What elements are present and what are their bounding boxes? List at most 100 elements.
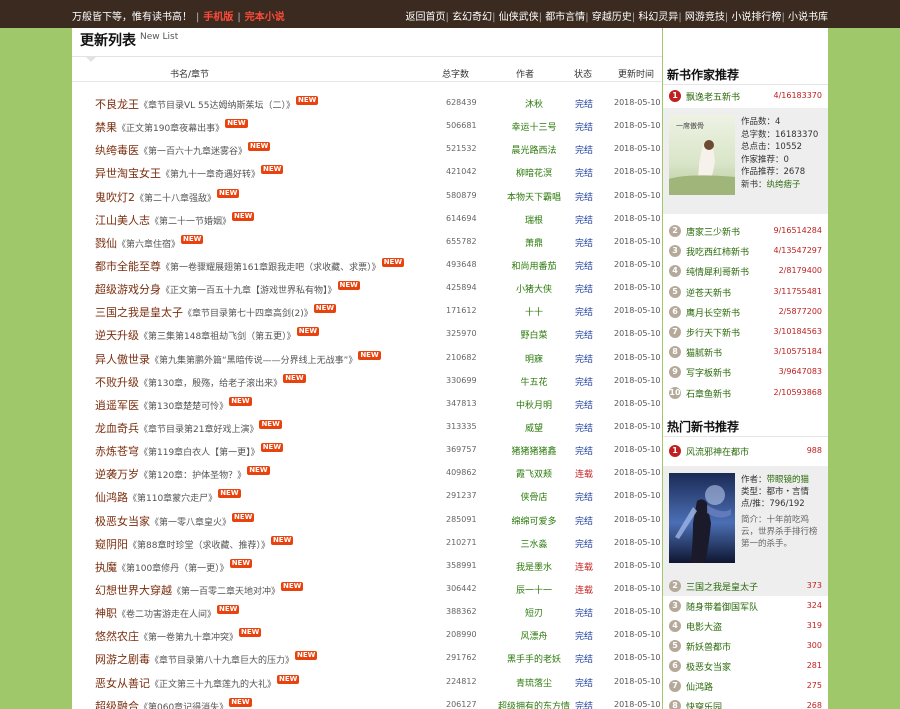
chapter-link[interactable]: 《第三集第148章祖劫飞剑（第五更）》 bbox=[139, 332, 296, 342]
author-link[interactable]: 野白菜 bbox=[494, 328, 574, 341]
chapter-link[interactable]: 《第130章楚楚可怜》 bbox=[139, 402, 228, 412]
chapter-link[interactable]: 《第060章记得消失》 bbox=[139, 703, 228, 709]
chapter-link[interactable]: 《卷二功害游走在人间》 bbox=[117, 610, 216, 620]
book-title-link[interactable]: 纨绔毒医 bbox=[95, 144, 139, 157]
chapter-link[interactable]: 《第一百零二章天地对冲》 bbox=[172, 587, 280, 597]
book-title-link[interactable]: 仙鸿路 bbox=[95, 491, 128, 504]
chapter-link[interactable]: 《第一卷骤耀展翅第161章跟我走吧（求收藏、求票）》 bbox=[161, 263, 381, 273]
rank-item[interactable]: 4 电影大盗 319 bbox=[663, 616, 828, 636]
chapter-link[interactable]: 《第120章：护体圣物？》 bbox=[139, 471, 246, 481]
book-title-link[interactable]: 超级融合 bbox=[95, 700, 139, 709]
book-title-link[interactable]: 龙血奇兵 bbox=[95, 422, 139, 435]
chapter-link[interactable]: 《第110章蒙穴走尸》 bbox=[128, 494, 217, 504]
rank-item-name[interactable]: 唐家三少新书 bbox=[686, 225, 740, 238]
hot-rank-top-name[interactable]: 风流邪神在都市 bbox=[686, 445, 749, 458]
author-link[interactable]: 明寐 bbox=[494, 352, 574, 365]
book-title-link[interactable]: 不良龙王 bbox=[95, 98, 139, 111]
chapter-link[interactable]: 《正文第190章夜幕出事》 bbox=[117, 124, 224, 134]
rank-item[interactable]: 8 快穿乐园 268 bbox=[663, 696, 828, 709]
book-title-link[interactable]: 不败升级 bbox=[95, 376, 139, 389]
rank-item-name[interactable]: 新妖兽都市 bbox=[686, 640, 731, 653]
book-title-link[interactable]: 超级游戏分身 bbox=[95, 283, 161, 296]
finished-novels-link[interactable]: 完本小说 bbox=[245, 12, 285, 23]
book-title-link[interactable]: 悠然农庄 bbox=[95, 630, 139, 643]
rank-item[interactable]: 9 写字板新书 3/9647083 bbox=[663, 362, 828, 382]
author-link[interactable]: 本物天下霸唱 bbox=[494, 190, 574, 203]
chapter-link[interactable]: 《章节目录第七十四章高剑(2)》 bbox=[183, 309, 313, 319]
author-link[interactable]: 三水淼 bbox=[494, 537, 574, 550]
rank-item-name[interactable]: 猫腻新书 bbox=[686, 346, 722, 359]
nav-wuxia[interactable]: 仙侠武侠 bbox=[499, 12, 539, 23]
rank-item-name[interactable]: 快穿乐园 bbox=[686, 700, 722, 709]
author-link[interactable]: 幸运十三号 bbox=[494, 120, 574, 133]
book-cover-image[interactable]: 一席傲骨 bbox=[669, 115, 735, 195]
chapter-link[interactable]: 《第88章时珍堂（求收藏、推荐）》 bbox=[128, 541, 270, 551]
rank-item-name[interactable]: 鹰月长空新书 bbox=[686, 306, 740, 319]
book-title-link[interactable]: 赤炼苍穹 bbox=[95, 445, 139, 458]
hot-rank-top[interactable]: 1 风流邪神在都市 988 bbox=[663, 441, 828, 461]
book-title-link[interactable]: 异人傲世录 bbox=[95, 353, 150, 366]
author-link[interactable]: 柳暗花溟 bbox=[494, 166, 574, 179]
author-link[interactable]: 青琉落尘 bbox=[494, 676, 574, 689]
rank-item-name[interactable]: 写字板新书 bbox=[686, 366, 731, 379]
chapter-link[interactable]: 《正文第一百五十九章【游戏世界私有物】》 bbox=[161, 286, 337, 296]
book-title-link[interactable]: 禁果 bbox=[95, 121, 117, 134]
chapter-link[interactable]: 《第100章修丹（第一更）》 bbox=[117, 564, 229, 574]
chapter-link[interactable]: 《第130章，殷殇，给老子滚出来》 bbox=[139, 379, 282, 389]
rank-item-name[interactable]: 仙鸿路 bbox=[686, 680, 713, 693]
chapter-link[interactable]: 《章节目录第21章好戏上演》 bbox=[139, 425, 258, 435]
rank-item[interactable]: 10 石章鱼新书 2/10593868 bbox=[663, 383, 828, 403]
nav-games[interactable]: 网游竞技 bbox=[685, 12, 725, 23]
rank-item-name[interactable]: 步行天下新书 bbox=[686, 326, 740, 339]
author-link[interactable]: 中秋月明 bbox=[494, 398, 574, 411]
chapter-link[interactable]: 《第二十八章强敌》 bbox=[135, 194, 216, 204]
rank-item-name[interactable]: 极恶女当家 bbox=[686, 660, 731, 673]
rank-item[interactable]: 2 三国之我是皇太子 373 bbox=[663, 576, 828, 596]
author-link[interactable]: 瑞根 bbox=[494, 213, 574, 226]
rank-item-name[interactable]: 纯情犀利哥新书 bbox=[686, 265, 749, 278]
author-link[interactable]: 侠骨店 bbox=[494, 490, 574, 503]
author-link[interactable]: 短刃 bbox=[494, 606, 574, 619]
book-title-link[interactable]: 异世淘宝女王 bbox=[95, 167, 161, 180]
book-title-link[interactable]: 逆天升级 bbox=[95, 329, 139, 342]
book-title-link[interactable]: 三国之我是皇太子 bbox=[95, 306, 183, 319]
author-link[interactable]: 威望 bbox=[494, 421, 574, 434]
chapter-link[interactable]: 《第一零八章皇火》 bbox=[150, 518, 231, 528]
author-link[interactable]: 牛五花 bbox=[494, 375, 574, 388]
author-link[interactable]: 超级拥有的东方情 bbox=[494, 699, 574, 709]
rank-item[interactable]: 7 仙鸿路 275 bbox=[663, 676, 828, 696]
book-title-link[interactable]: 幻想世界大穿越 bbox=[95, 584, 172, 597]
nav-scifi[interactable]: 科幻灵异 bbox=[638, 12, 678, 23]
author-link[interactable]: 十十 bbox=[494, 305, 574, 318]
book-title-link[interactable]: 神职 bbox=[95, 607, 117, 620]
rank-item[interactable]: 7 步行天下新书 3/10184563 bbox=[663, 322, 828, 342]
rank-item[interactable]: 4 纯情犀利哥新书 2/8179400 bbox=[663, 261, 828, 281]
book-title-link[interactable]: 都市全能至尊 bbox=[95, 260, 161, 273]
book-title-link[interactable]: 江山美人志 bbox=[95, 214, 150, 227]
rank-item[interactable]: 2 唐家三少新书 9/16514284 bbox=[663, 221, 828, 241]
book-title-link[interactable]: 鬼吹灯2 bbox=[95, 191, 135, 204]
book-title-link[interactable]: 窥阴阳 bbox=[95, 538, 128, 551]
rank-item[interactable]: 6 极恶女当家 281 bbox=[663, 656, 828, 676]
rank-item-name[interactable]: 石章鱼新书 bbox=[686, 387, 731, 400]
author-link[interactable]: 风漂舟 bbox=[494, 629, 574, 642]
rank-item-name[interactable]: 三国之我是皇太子 bbox=[686, 580, 758, 593]
book-title-link[interactable]: 恶女从善记 bbox=[95, 677, 150, 690]
nav-history[interactable]: 穿越历史 bbox=[592, 12, 632, 23]
rank-item-name[interactable]: 逆苍天新书 bbox=[686, 286, 731, 299]
author-link[interactable]: 霞飞双颊 bbox=[494, 467, 574, 480]
chapter-link[interactable]: 《章节目录第八十九章巨大的压力》 bbox=[150, 656, 294, 666]
chapter-link[interactable]: 《第119章白衣人【第一更】》 bbox=[139, 448, 260, 458]
chapter-link[interactable]: 《第九十一章奇遇好转》 bbox=[161, 170, 260, 180]
chapter-link[interactable]: 《第九集第鹏外篇“黑暗传说——分界线上无战事”》 bbox=[150, 356, 357, 366]
mobile-link[interactable]: 手机版 bbox=[203, 12, 233, 23]
chapter-link[interactable]: 《第二十一节婚姻》 bbox=[150, 217, 231, 227]
nav-fantasy[interactable]: 玄幻奇幻 bbox=[452, 12, 492, 23]
chapter-link[interactable]: 《第一卷第九十章冲突》 bbox=[139, 633, 238, 643]
rank-item[interactable]: 3 我吃西红柿新书 4/13547297 bbox=[663, 241, 828, 261]
author-link[interactable]: 小猪大侠 bbox=[494, 282, 574, 295]
chapter-link[interactable]: 《章节目录VL 55达姆纳斯茱坛（二）》 bbox=[139, 101, 295, 111]
rank-item-name[interactable]: 我吃西红柿新书 bbox=[686, 245, 749, 258]
author-link[interactable]: 晨光路西法 bbox=[494, 143, 574, 156]
nav-home[interactable]: 返回首页 bbox=[406, 12, 446, 23]
